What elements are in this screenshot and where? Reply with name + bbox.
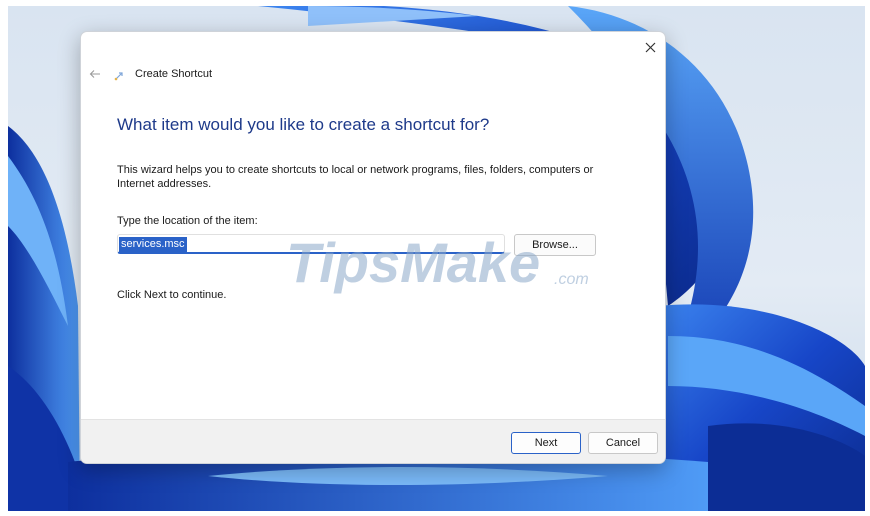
wizard-heading: What item would you like to create a sho…	[117, 115, 490, 134]
back-arrow-icon	[89, 70, 100, 78]
next-button[interactable]: Next	[511, 432, 581, 454]
location-input-value: services.msc	[119, 237, 187, 252]
dialog-title: Create Shortcut	[135, 68, 213, 80]
cancel-button[interactable]: Cancel	[588, 432, 658, 454]
location-label: Type the location of the item:	[117, 215, 258, 227]
close-icon	[645, 42, 655, 52]
close-button[interactable]	[637, 35, 663, 59]
back-button[interactable]	[87, 66, 103, 82]
wizard-description: This wizard helps you to create shortcut…	[117, 164, 594, 190]
continue-instruction: Click Next to continue.	[117, 289, 227, 301]
create-shortcut-dialog: Create Shortcut What item would you like…	[80, 31, 666, 464]
location-input[interactable]: services.msc	[117, 234, 505, 254]
shortcut-wizard-icon	[114, 72, 123, 81]
browse-button[interactable]: Browse...	[514, 234, 596, 256]
